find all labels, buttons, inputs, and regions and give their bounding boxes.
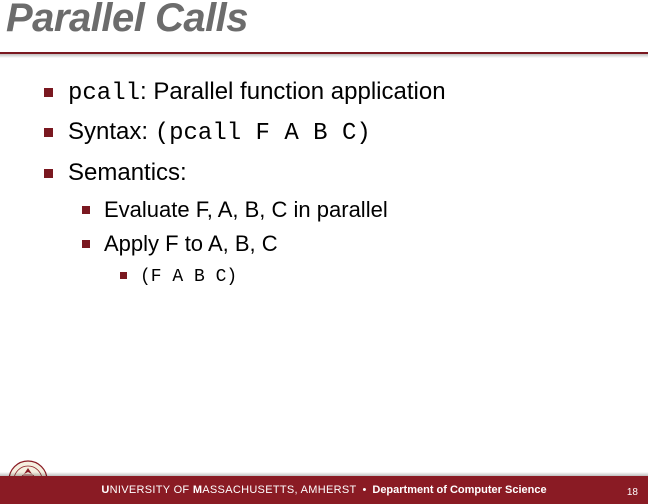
bullet-list-level1: pcall: Parallel function application Syn… xyxy=(68,76,608,290)
sub-bullet-2: Apply F to A, B, C (F A B C) xyxy=(104,229,608,290)
footer-uni-niversity: NIVERSITY OF xyxy=(110,484,193,496)
bullet-3: Semantics: Evaluate F, A, B, C in parall… xyxy=(68,157,608,290)
bullet-2: Syntax: (pcall F A B C) xyxy=(68,116,608,150)
slide-title: Parallel Calls xyxy=(6,0,248,41)
sub-bullet-1: Evaluate F, A, B, C in parallel xyxy=(104,195,608,225)
footer-uni-A: , A xyxy=(295,484,309,496)
bullet-2-pre: Syntax: xyxy=(68,118,155,145)
footer-bar: UNIVERSITY OF MASSACHUSETTS, AMHERST • Dep… xyxy=(0,476,648,504)
footer-uni-U: U xyxy=(101,484,109,496)
sub-sub-bullet-1: (F A B C) xyxy=(140,263,608,290)
page-number: 18 xyxy=(627,487,638,498)
footer-uni-mherst: MHERST xyxy=(308,484,356,496)
bullet-1: pcall: Parallel function application xyxy=(68,76,608,110)
footer-separator: • xyxy=(363,484,367,496)
bullet-list-level2: Evaluate F, A, B, C in parallel Apply F … xyxy=(68,195,608,290)
sub-bullet-2-text: Apply F to A, B, C xyxy=(104,231,278,256)
title-bar: Parallel Calls xyxy=(0,0,648,54)
footer-uni-ass: ASSACHUSETTS xyxy=(202,484,294,496)
footer-dept: Department of Computer Science xyxy=(372,484,546,496)
footer-text: UNIVERSITY OF MASSACHUSETTS, AMHERST • Dep… xyxy=(101,484,546,496)
bullet-1-code: pcall xyxy=(68,80,140,107)
bullet-list-level3: (F A B C) xyxy=(104,263,608,290)
sub-sub-bullet-1-code: (F A B C) xyxy=(140,267,237,287)
footer-uni-M: M xyxy=(193,484,202,496)
bullet-1-text: : Parallel function application xyxy=(140,78,446,105)
slide-content: pcall: Parallel function application Syn… xyxy=(0,54,648,290)
bullet-3-text: Semantics: xyxy=(68,159,187,186)
bullet-2-code: (pcall F A B C) xyxy=(155,120,371,147)
